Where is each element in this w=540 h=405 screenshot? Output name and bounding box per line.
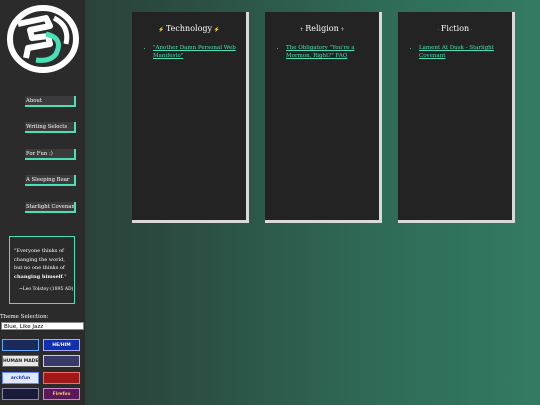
- panel-title-text: Religion: [305, 24, 339, 33]
- nav-item-sleeping-bear[interactable]: A Sleeping Bear: [25, 175, 76, 186]
- sidebar: About Writing Selects For Fun :) A Sleep…: [0, 0, 85, 405]
- list-item: Lament At Dusk - Starlight Covenant: [419, 44, 513, 60]
- nav-item-starlight-covenant[interactable]: Starlight Covenant: [25, 202, 76, 213]
- badge-firefox-icon[interactable]: Firefox: [43, 388, 80, 400]
- nav-item-for-fun[interactable]: For Fun :): [25, 149, 76, 160]
- ornament-icon: ⚡: [212, 27, 220, 33]
- panel-title: · Fiction ·: [398, 24, 512, 33]
- quote-box: "Everyone thinks of changing the world, …: [9, 236, 75, 304]
- quote-text-start: "Everyone thinks of changing the world, …: [14, 248, 65, 271]
- panel-fiction: · Fiction · Lament At Dusk - Starlight C…: [398, 12, 515, 223]
- nav-item-writing-selects[interactable]: Writing Selects: [25, 122, 76, 133]
- quote-attribution: ~Leo Tolstoy (1895 AD): [19, 287, 74, 292]
- panel-technology: ⚡ Technology ⚡ "Another Damn Personal We…: [132, 12, 249, 223]
- badge-dark-banner-icon[interactable]: [2, 339, 39, 351]
- panel-title: ⚡ Technology ⚡: [132, 24, 246, 33]
- panel-title-text: Fiction: [440, 24, 470, 33]
- nav-item-about[interactable]: About: [25, 96, 76, 107]
- link-list: Lament At Dusk - Starlight Covenant: [407, 44, 513, 60]
- list-item: "Another Damn Personal Web Manifesto": [153, 44, 247, 60]
- link-list: "Another Damn Personal Web Manifesto": [141, 44, 247, 60]
- ornament-icon: ⚡: [158, 27, 166, 33]
- panel-title-text: Technology: [165, 24, 213, 33]
- badge-he-him[interactable]: HE/HIM: [43, 339, 80, 351]
- article-link[interactable]: Lament At Dusk - Starlight Covenant: [419, 45, 494, 59]
- badge-dark-banner-2-icon[interactable]: [2, 388, 39, 400]
- badge-red-banner-icon[interactable]: [43, 372, 80, 384]
- quote-text-end: .": [62, 273, 67, 280]
- badge-human-made[interactable]: HUMAN MADE: [2, 355, 39, 367]
- theme-select[interactable]: Blue, Like Jazz: [1, 322, 84, 330]
- theme-selection-label: Theme Selection:: [0, 314, 49, 320]
- link-list: The Obligatory "You're a Mormon, Right?"…: [274, 44, 380, 60]
- list-item: The Obligatory "You're a Mormon, Right?"…: [286, 44, 380, 60]
- badge-archfun[interactable]: archfun: [2, 372, 39, 384]
- panel-religion: ✝ Religion ✝ The Obligatory "You're a Mo…: [265, 12, 382, 223]
- quote-text-bold: changing himself: [14, 273, 63, 280]
- article-link[interactable]: "Another Damn Personal Web Manifesto": [153, 45, 236, 59]
- ornament-icon: ✝: [338, 27, 345, 33]
- site-logo-icon[interactable]: [6, 4, 80, 74]
- ornament-icon: ·: [469, 27, 473, 33]
- panel-title: ✝ Religion ✝: [265, 24, 379, 33]
- badge-screen-banner-icon[interactable]: [43, 355, 80, 367]
- article-link[interactable]: The Obligatory "You're a Mormon, Right?"…: [286, 45, 355, 59]
